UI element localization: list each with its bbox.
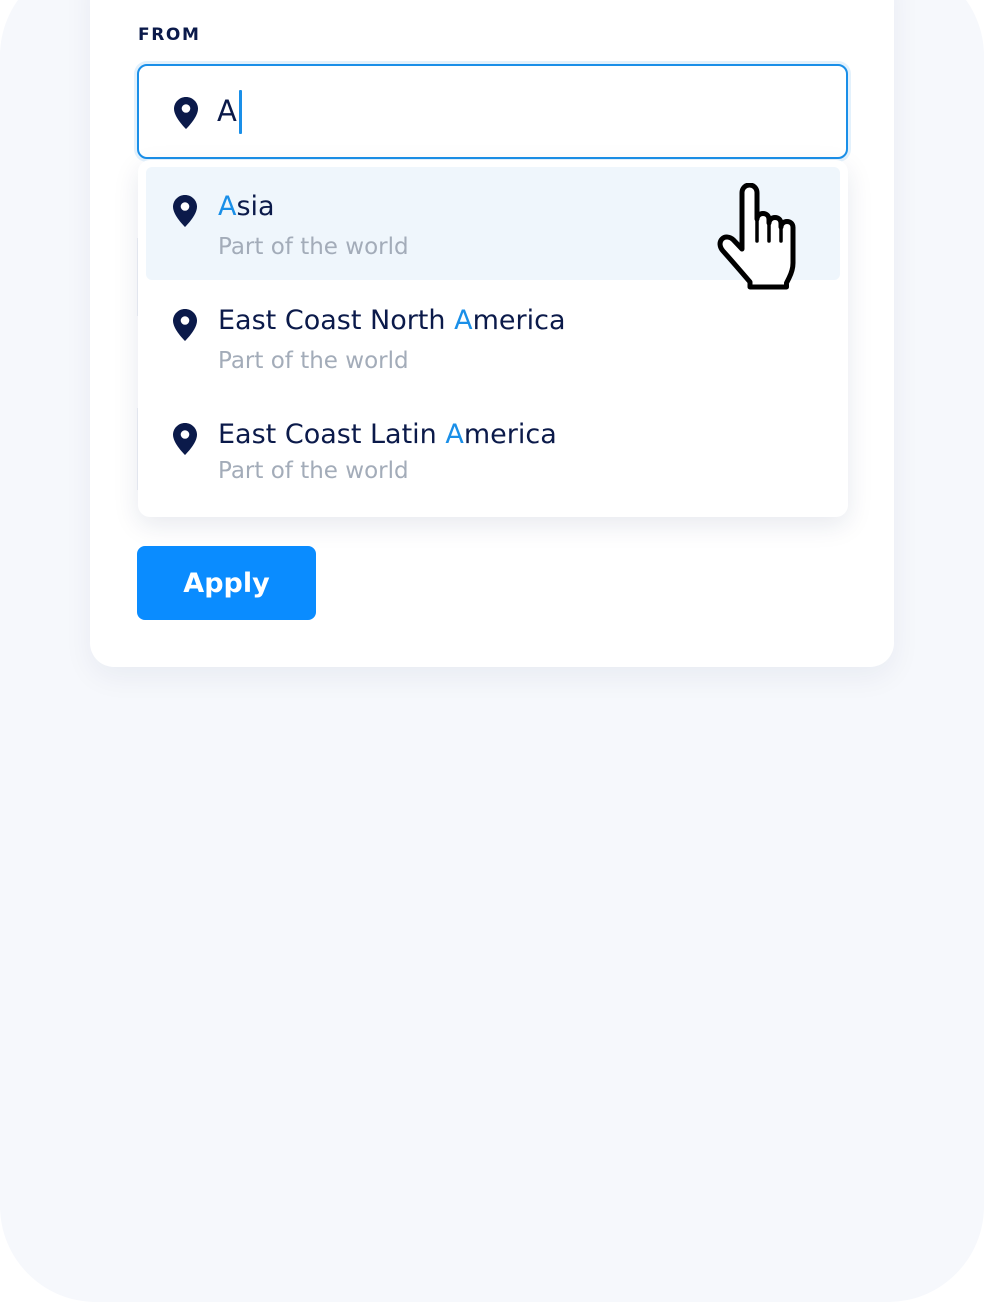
from-label: FROM	[138, 25, 201, 45]
suggestion-east-coast-north-america[interactable]: East Coast North America Part of the wor…	[146, 281, 840, 394]
suggestion-title: East Coast North America	[218, 305, 566, 336]
text-caret	[239, 90, 242, 134]
location-pin-icon	[173, 309, 197, 341]
apply-button[interactable]: Apply	[137, 546, 316, 620]
suggestion-subtitle: Part of the world	[218, 348, 409, 374]
location-pin-icon	[173, 423, 197, 455]
from-input-value: A	[217, 94, 237, 128]
suggestion-east-coast-latin-america[interactable]: East Coast Latin America Part of the wor…	[146, 395, 840, 508]
from-input[interactable]: A	[137, 64, 848, 159]
match-highlight: A	[218, 191, 237, 222]
match-highlight: A	[445, 419, 464, 450]
suggestion-title: Asia	[218, 191, 275, 222]
suggestion-subtitle: Part of the world	[218, 234, 409, 260]
hand-pointer-icon	[717, 183, 796, 290]
match-highlight: A	[454, 305, 473, 336]
suggestion-subtitle: Part of the world	[218, 458, 409, 484]
suggestion-title: East Coast Latin America	[218, 419, 557, 450]
location-pin-icon	[173, 195, 197, 227]
location-pin-icon	[174, 97, 198, 129]
